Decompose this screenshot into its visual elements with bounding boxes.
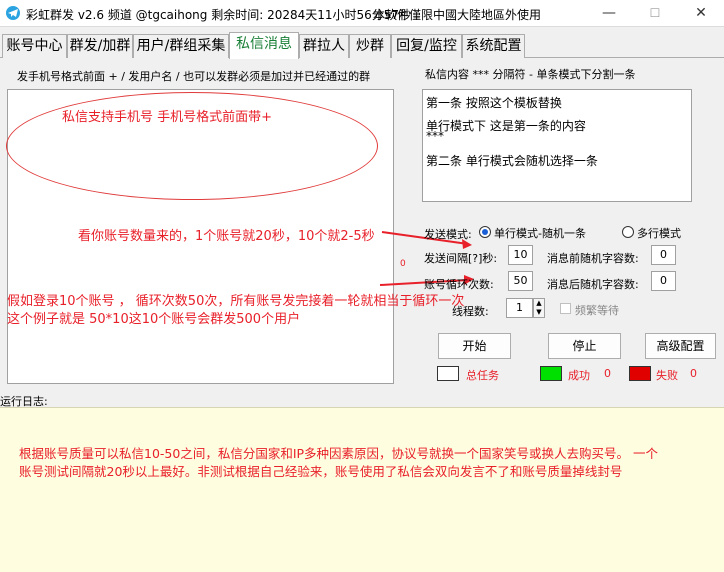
close-button[interactable]: ✕ xyxy=(678,0,724,27)
log-line: 根据账号质量可以私信10-50之间，私信分国家和IP多种因素原因，协议号就换一个… xyxy=(19,446,659,461)
mode-multi-label[interactable]: 多行模式 xyxy=(637,225,681,241)
content-line: 第二条 单行模式会随机选择一条 xyxy=(426,154,598,168)
prefix-random-input[interactable]: 0 xyxy=(651,245,676,265)
tab-bar: 账号中心 群发/加群 用户/群组采集 私信消息 群拉人 炒群 回复/监控 系统配… xyxy=(0,32,724,59)
total-label: 总任务 xyxy=(466,369,499,382)
tab-group-pull[interactable]: 群拉人 xyxy=(299,34,349,58)
advanced-config-button[interactable]: 高级配置 xyxy=(645,333,716,359)
tab-system-config[interactable]: 系统配置 xyxy=(462,34,525,58)
threads-spinner[interactable]: ▲ ▼ xyxy=(533,298,545,318)
recipients-label: 发手机号格式前面 + / 发用户名 / 也可以发群必须是加过并已经通过的群 xyxy=(17,70,371,83)
region-notice: 本軟件僅限中國大陸地區外使用 xyxy=(373,8,542,22)
title-bar: 彩虹群发 v2.6 频道 @tgcaihong 剩余时间: 20284天11小时… xyxy=(0,0,724,27)
message-content-input[interactable]: 第一条 按照这个模板替换 单行模式下 这是第一条的内容 *** 第二条 单行模式… xyxy=(422,89,692,202)
interval-input[interactable]: 10 xyxy=(508,245,533,265)
mode-multi-radio[interactable] xyxy=(622,226,634,238)
mode-single-label[interactable]: 单行模式-随机一条 xyxy=(494,225,586,241)
fail-swatch xyxy=(629,366,651,381)
success-swatch xyxy=(540,366,562,381)
threads-label: 线程数: xyxy=(452,305,489,318)
success-count: 0 xyxy=(604,367,611,380)
fail-label: 失败 xyxy=(656,369,678,382)
content-line: 第一条 按照这个模板替换 xyxy=(426,96,562,110)
telegram-icon xyxy=(6,6,20,20)
loop-label: 账号循环次数: xyxy=(424,278,494,291)
tab-private-message[interactable]: 私信消息 xyxy=(229,32,299,59)
note-loop-1: 假如登录10个账号 ， 循环次数50次，所有账号发完接着一轮就相当于循环一次 xyxy=(7,294,465,309)
window-title: 彩虹群发 v2.6 频道 @tgcaihong 剩余时间: 20284天11小时… xyxy=(26,8,412,22)
suffix-random-label: 消息后随机字容数: xyxy=(547,278,639,291)
content-line: *** xyxy=(426,129,444,143)
busy-wait-label: 频繁等待 xyxy=(575,304,619,317)
tab-hype-group[interactable]: 炒群 xyxy=(349,34,391,58)
mode-single-radio[interactable] xyxy=(479,226,491,238)
stop-button[interactable]: 停止 xyxy=(548,333,621,359)
note-phone-format: 私信支持手机号 手机号格式前面带+ xyxy=(62,110,273,125)
log-line: 账号测试间隔就20秒以上最好。非测试根据自己经验来，账号使用了私信会双向发言不了… xyxy=(19,464,623,479)
send-mode-label: 发送模式: xyxy=(424,228,472,241)
tab-account-center[interactable]: 账号中心 xyxy=(2,34,67,58)
tab-group-send[interactable]: 群发/加群 xyxy=(67,34,133,58)
content-line: 单行模式下 这是第一条的内容 xyxy=(426,119,586,133)
total-swatch xyxy=(437,366,459,381)
maximize-button[interactable]: ☐ xyxy=(632,0,678,27)
loop-input[interactable]: 50 xyxy=(508,271,533,291)
message-content-label: 私信内容 *** 分隔符 - 单条模式下分割一条 xyxy=(425,68,636,81)
success-label: 成功 xyxy=(568,369,590,382)
log-area[interactable]: 根据账号质量可以私信10-50之间，私信分国家和IP多种因素原因，协议号就换一个… xyxy=(0,407,724,572)
tab-user-collect[interactable]: 用户/群组采集 xyxy=(133,34,229,58)
interval-label: 发送间隔[?]秒: xyxy=(424,252,498,265)
tab-reply-monitor[interactable]: 回复/监控 xyxy=(391,34,462,58)
threads-input[interactable]: 1 xyxy=(506,298,533,318)
fail-count: 0 xyxy=(690,367,697,380)
minimize-button[interactable]: — xyxy=(586,0,632,27)
note-speed: 看你账号数量来的，1个账号就20秒，10个就2-5秒 xyxy=(78,229,375,244)
note-loop-2: 这个例子就是 50*10这10个账号会群发500个用户 xyxy=(7,312,301,327)
start-button[interactable]: 开始 xyxy=(438,333,511,359)
busy-wait-checkbox[interactable] xyxy=(560,303,571,314)
prefix-random-label: 消息前随机字容数: xyxy=(547,252,639,265)
suffix-random-input[interactable]: 0 xyxy=(651,271,676,291)
